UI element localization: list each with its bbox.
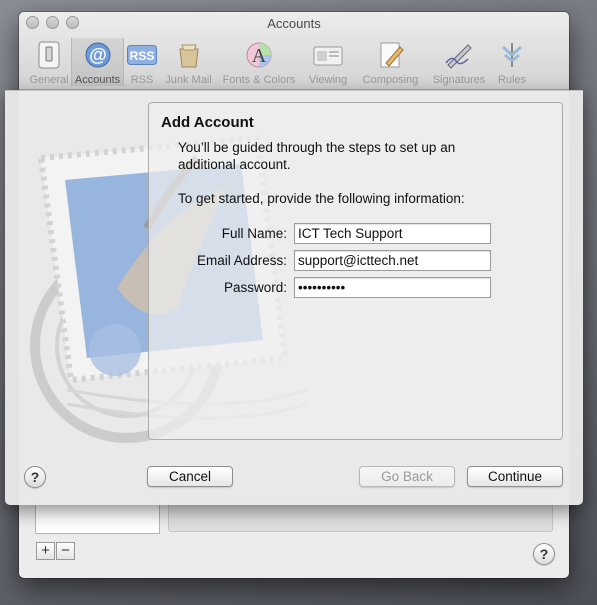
rules-icon	[497, 40, 527, 70]
toolbar-viewing[interactable]: Viewing	[301, 38, 355, 86]
at-sign-icon: @	[83, 40, 113, 70]
full-name-field[interactable]	[294, 223, 491, 244]
toolbar-viewing-label: Viewing	[308, 74, 348, 86]
intro-text: You’ll be guided through the steps to se…	[178, 140, 456, 172]
junk-mail-icon	[174, 40, 204, 70]
svg-text:A: A	[252, 45, 267, 67]
instructions-text: To get started, provide the following in…	[178, 191, 465, 206]
full-name-label: Full Name:	[221, 226, 287, 241]
continue-button[interactable]: Continue	[467, 466, 563, 487]
toolbar-general-label: General	[29, 74, 69, 86]
toolbar-fonts-colors-label: Fonts & Colors	[222, 74, 296, 86]
window-title: Accounts	[267, 16, 321, 31]
toolbar-general[interactable]: General	[27, 38, 71, 86]
toolbar-fonts-colors[interactable]: A Fonts & Colors	[217, 38, 301, 86]
signatures-icon	[444, 40, 474, 70]
toolbar-signatures-label: Signatures	[432, 74, 486, 86]
rss-icon: RSS	[127, 40, 157, 70]
toolbar-signatures[interactable]: Signatures	[426, 38, 492, 86]
toolbar-accounts-label: Accounts	[74, 74, 121, 86]
toolbar-rules-label: Rules	[497, 74, 527, 86]
remove-account-button[interactable]: −	[56, 542, 75, 560]
toolbar-accounts[interactable]: @ Accounts	[71, 38, 124, 86]
preferences-toolbar: General @ Accounts RSS RSS Junk Mail A F…	[27, 38, 532, 90]
composing-icon	[376, 40, 406, 70]
titlebar: Accounts General @ Accounts RSS RSS Junk…	[19, 12, 569, 90]
viewing-icon	[313, 40, 343, 70]
switch-icon	[34, 40, 64, 70]
email-address-field[interactable]	[294, 250, 491, 271]
svg-text:@: @	[89, 45, 107, 65]
add-account-panel: Add Account You’ll be guided through the…	[148, 102, 563, 440]
svg-text:RSS: RSS	[130, 49, 155, 63]
toolbar-rss-label: RSS	[130, 74, 154, 86]
cancel-button[interactable]: Cancel	[147, 466, 233, 487]
toolbar-composing-label: Composing	[362, 74, 419, 86]
accounts-help-button[interactable]: ?	[533, 543, 555, 565]
fonts-colors-icon: A	[244, 40, 274, 70]
sheet-title: Add Account	[161, 114, 254, 131]
toolbar-junk-mail-label: Junk Mail	[165, 74, 212, 86]
toolbar-junk-mail[interactable]: Junk Mail	[160, 38, 217, 86]
password-label: Password:	[223, 280, 287, 295]
sheet-help-button[interactable]: ?	[24, 466, 46, 488]
password-field[interactable]	[294, 277, 491, 298]
toolbar-rss[interactable]: RSS RSS	[124, 38, 160, 86]
toolbar-rules[interactable]: Rules	[492, 38, 532, 86]
toolbar-composing[interactable]: Composing	[355, 38, 426, 86]
email-address-label: Email Address:	[196, 253, 287, 268]
go-back-button[interactable]: Go Back	[359, 466, 455, 487]
add-account-button[interactable]: +	[36, 542, 55, 560]
add-account-sheet: Add Account You’ll be guided through the…	[5, 90, 583, 505]
